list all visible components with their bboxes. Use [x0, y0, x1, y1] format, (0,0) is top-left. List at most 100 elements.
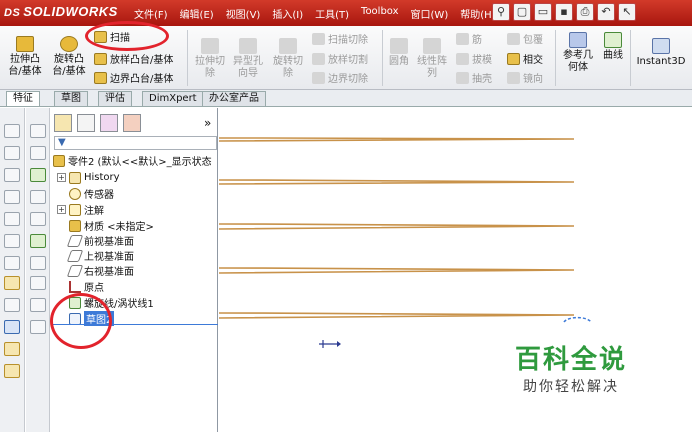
history-node[interactable]: + History — [57, 170, 120, 185]
cube-view-icon[interactable] — [4, 234, 20, 248]
tab-sketch[interactable]: 草图 — [54, 91, 88, 106]
appearance-icon[interactable] — [30, 234, 46, 248]
open-folder-icon[interactable]: ▭ — [534, 3, 552, 21]
zoom-icon[interactable] — [30, 298, 46, 312]
save-icon[interactable]: ▪ — [555, 3, 573, 21]
table-icon[interactable] — [30, 124, 46, 138]
origin-icon — [69, 280, 81, 293]
cube-view-icon[interactable] — [4, 168, 20, 182]
hide-show-icon[interactable] — [30, 276, 46, 290]
material-node[interactable]: 材质 <未指定> — [69, 218, 154, 233]
cube-view-icon[interactable] — [4, 256, 20, 270]
box-icon[interactable] — [30, 190, 46, 204]
smart-dimension-icon[interactable] — [4, 298, 20, 312]
right-plane-node[interactable]: 右视基准面 — [66, 263, 134, 278]
origin-node[interactable]: 原点 — [69, 279, 104, 294]
collapse-panel-icon[interactable]: » — [204, 116, 211, 130]
menu-file[interactable]: 文件(F) — [128, 6, 174, 21]
part-root-node[interactable]: 零件2 (默认<<默认>_显示状态 — [53, 153, 212, 168]
curves-button[interactable]: 曲线 — [598, 32, 628, 62]
menu-edit[interactable]: 编辑(E) — [174, 6, 220, 21]
top-plane-node[interactable]: 上视基准面 — [66, 248, 134, 263]
curves-icon — [604, 32, 622, 48]
hole-wizard-button[interactable]: 异型孔 向导 — [230, 38, 266, 80]
annotations-node[interactable]: + 注解 — [57, 202, 104, 217]
expand-icon[interactable]: + — [57, 173, 66, 182]
cube-view-icon[interactable] — [4, 212, 20, 226]
mirror-icon — [507, 71, 520, 84]
extrude-boss-button[interactable]: 拉伸凸 台/基体 — [6, 36, 44, 78]
undo-icon[interactable]: ↶ — [597, 3, 615, 21]
sensors-node[interactable]: 传感器 — [69, 186, 114, 201]
revolve-cut-button[interactable]: 旋转切 除 — [270, 38, 306, 80]
menu-view[interactable]: 视图(V) — [220, 6, 267, 21]
wrap-button[interactable]: 包覆 — [507, 31, 543, 46]
material-icon — [69, 219, 81, 232]
tab-evaluate[interactable]: 评估 — [98, 91, 132, 106]
sweep-cut-icon — [312, 32, 325, 45]
filter-funnel-icon: ▼ — [58, 137, 66, 148]
boundary-boss-icon — [94, 71, 107, 84]
boundary-cut-button[interactable]: 边界切除 — [312, 70, 368, 85]
plane-icon — [66, 249, 84, 262]
menu-toolbox[interactable]: Toolbox — [355, 6, 405, 21]
feature-icon[interactable] — [4, 364, 20, 378]
linear-pattern-button[interactable]: 线性阵 列 — [414, 38, 450, 80]
watermark-subtitle: 助你轻松解决 — [523, 379, 619, 395]
instant3d-icon — [652, 38, 670, 54]
configuration-tab-icon[interactable] — [100, 114, 118, 132]
display-manager-tab-icon[interactable] — [123, 114, 141, 132]
boundary-boss-button[interactable]: 边界凸台/基体 — [94, 70, 173, 85]
revolve-boss-button[interactable]: 旋转凸 台/基体 — [50, 36, 88, 78]
part-icon — [53, 154, 65, 167]
app-logo: DS SOLIDWORKS — [4, 4, 118, 19]
view-orient-icon[interactable] — [30, 320, 46, 334]
tab-office-products[interactable]: 办公室产品 — [202, 91, 266, 106]
loft-cut-button[interactable]: 放样切割 — [312, 51, 368, 66]
linear-pattern-icon — [423, 38, 441, 54]
property-manager-tab-icon[interactable] — [77, 114, 95, 132]
sketch-pen-icon[interactable] — [4, 276, 20, 290]
sweep-cut-button[interactable]: 扫描切除 — [312, 31, 368, 46]
feature-icon[interactable] — [4, 342, 20, 356]
loft-boss-button[interactable]: 放样凸台/基体 — [94, 51, 173, 66]
relations-icon[interactable] — [4, 320, 20, 334]
tab-dimxpert[interactable]: DimXpert — [142, 91, 204, 106]
mirror-button[interactable]: 镜向 — [507, 70, 543, 85]
display-state-icon[interactable] — [30, 168, 46, 182]
expand-icon[interactable]: + — [57, 205, 66, 214]
section-icon[interactable] — [30, 212, 46, 226]
cube-view-icon[interactable] — [4, 190, 20, 204]
shell-button[interactable]: 抽壳 — [456, 70, 492, 85]
fillet-button[interactable]: 圆角 — [386, 38, 412, 68]
revolve-boss-icon — [60, 36, 78, 52]
tab-features[interactable]: 特征 — [6, 91, 40, 106]
view-toolbar-second — [26, 108, 50, 432]
cube-view-icon[interactable] — [4, 146, 20, 160]
ribbon-divider — [382, 30, 383, 86]
print-icon[interactable]: ⎙ — [576, 3, 594, 21]
wrap-icon — [507, 32, 520, 45]
scene-icon[interactable] — [30, 256, 46, 270]
pin-icon[interactable]: ⚲ — [492, 3, 510, 21]
feature-tree-tab-icon[interactable] — [54, 114, 72, 132]
extrude-boss-icon — [16, 36, 34, 52]
new-document-icon[interactable]: ▢ — [513, 3, 531, 21]
menu-window[interactable]: 窗口(W) — [405, 6, 455, 21]
menu-tools[interactable]: 工具(T) — [309, 6, 355, 21]
cube-view-icon[interactable] — [4, 124, 20, 138]
layer-icon[interactable] — [30, 146, 46, 160]
view-toolbar-left — [0, 108, 25, 432]
front-plane-node[interactable]: 前视基准面 — [66, 233, 134, 248]
sweep-highlight-annotation — [85, 21, 169, 51]
select-cursor-icon[interactable]: ↖ — [618, 3, 636, 21]
intersect-button[interactable]: 相交 — [507, 51, 543, 66]
reference-geometry-button[interactable]: 参考几 何体 — [560, 32, 596, 74]
instant3d-button[interactable]: Instant3D — [632, 38, 690, 68]
menu-insert[interactable]: 插入(I) — [266, 6, 309, 21]
draft-button[interactable]: 拔模 — [456, 51, 492, 66]
tree-filter-input[interactable]: ▼ — [54, 136, 217, 150]
rib-button[interactable]: 筋 — [456, 31, 482, 46]
ribbon-divider — [630, 30, 631, 86]
extrude-cut-button[interactable]: 拉伸切 除 — [192, 38, 228, 80]
